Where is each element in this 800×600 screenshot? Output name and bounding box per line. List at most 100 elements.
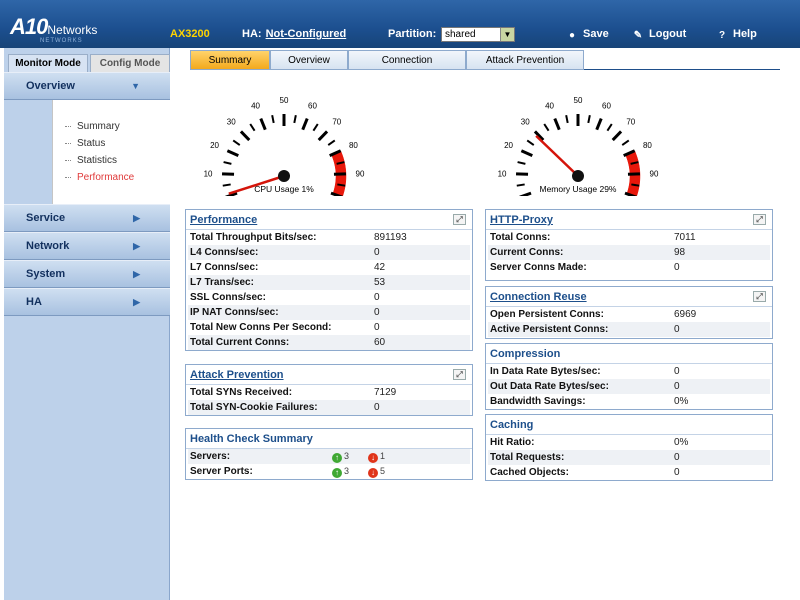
stat-value: 60 bbox=[374, 337, 386, 348]
servers-up[interactable]: ↑ 3 bbox=[332, 449, 349, 464]
gauge-hub bbox=[278, 170, 290, 182]
stat-label: Total Requests: bbox=[490, 452, 565, 463]
stat-value: 0 bbox=[374, 402, 380, 413]
stat-value: 0 bbox=[674, 262, 680, 273]
expand-icon[interactable]: ⤢ bbox=[753, 291, 766, 302]
gauge-tick-label: 60 bbox=[308, 102, 317, 111]
stat-row: Total SYNs Received: 7129 bbox=[188, 385, 470, 400]
performance-title-link[interactable]: Performance bbox=[190, 214, 257, 226]
gauge-tick-label: 10 bbox=[204, 169, 213, 178]
http-proxy-rows: Total Conns: 7011 Current Conns: 98 Server C… bbox=[486, 230, 772, 275]
sidebar-item-overview[interactable]: Overview ▼ bbox=[4, 72, 170, 100]
gauge-tick bbox=[239, 130, 251, 142]
logout-button[interactable]: ✎ Logout bbox=[632, 28, 686, 41]
device-model: AX3200 bbox=[170, 28, 210, 40]
performance-panel: Performance ⤢ Total Throughput Bits/sec:… bbox=[185, 209, 473, 351]
server-ports-up[interactable]: ↑ 3 bbox=[332, 464, 349, 479]
connection-reuse-title-link[interactable]: Connection Reuse bbox=[490, 291, 587, 303]
stat-label: In Data Rate Bytes/sec: bbox=[490, 366, 601, 377]
stat-label: Total SYN-Cookie Failures: bbox=[190, 402, 318, 413]
gauge-tick bbox=[516, 183, 525, 187]
submenu-summary[interactable]: Summary bbox=[53, 118, 170, 135]
gauge-tick-label: 40 bbox=[545, 102, 554, 111]
submenu-statistics[interactable]: Statistics bbox=[53, 152, 170, 169]
gauge-tick bbox=[611, 130, 623, 142]
http-proxy-panel: HTTP-Proxy ⤢ Total Conns: 7011 Current Con… bbox=[485, 209, 773, 281]
memory-gauge-svg: 0102030405060708090100Memory Usage 29% bbox=[498, 96, 659, 196]
stat-value: 0 bbox=[374, 247, 380, 258]
tab-summary[interactable]: Summary bbox=[190, 50, 270, 70]
stat-row: Total New Conns Per Second: 0 bbox=[188, 320, 470, 335]
submenu-performance[interactable]: Performance bbox=[53, 169, 170, 186]
stat-value: 0 bbox=[374, 307, 380, 318]
stat-row: IP NAT Conns/sec: 0 bbox=[188, 305, 470, 320]
sidebar-item-service[interactable]: Service ▶ bbox=[4, 204, 170, 232]
gauge-tick-label: 90 bbox=[650, 169, 659, 178]
disk-icon: ● bbox=[568, 30, 576, 41]
submenu-status[interactable]: Status bbox=[53, 135, 170, 152]
gauge-tick bbox=[543, 123, 550, 132]
gauge-tick bbox=[222, 183, 231, 187]
stat-label: Out Data Rate Bytes/sec: bbox=[490, 381, 609, 392]
chevron-right-icon: ▶ bbox=[133, 269, 140, 279]
stat-label: Total Conns: bbox=[490, 232, 551, 243]
gauge-tick bbox=[595, 117, 603, 131]
attack-prevention-title-link[interactable]: Attack Prevention bbox=[190, 369, 284, 381]
overview-submenu: Summary Status Statistics Performance bbox=[52, 100, 170, 204]
stat-row: Total Requests: 0 bbox=[488, 450, 770, 465]
health-check-panel: Health Check Summary Servers: ↑ 3 ↓ 1 Serv… bbox=[185, 428, 473, 480]
gauge-tick-label: 30 bbox=[521, 117, 530, 126]
stat-row: Hit Ratio: 0% bbox=[488, 435, 770, 450]
help-button[interactable]: ? Help bbox=[716, 28, 757, 41]
connection-reuse-rows: Open Persistent Conns: 6969 Active Persist… bbox=[486, 307, 772, 337]
gauge-tick-label: 70 bbox=[332, 117, 341, 126]
stat-label: Cached Objects: bbox=[490, 467, 569, 478]
a10-logo: A10Networks NETWORKS bbox=[10, 14, 98, 44]
gauge-tick bbox=[587, 114, 591, 124]
servers-down[interactable]: ↓ 1 bbox=[368, 449, 385, 464]
gauge-needle bbox=[535, 134, 579, 177]
sidebar-item-ha[interactable]: HA ▶ bbox=[4, 288, 170, 316]
gauge-tick-label: 40 bbox=[251, 102, 260, 111]
tab-overview[interactable]: Overview bbox=[270, 50, 348, 70]
tab-attack-prevention[interactable]: Attack Prevention bbox=[466, 50, 584, 70]
up-arrow-icon: ↑ bbox=[332, 468, 342, 478]
sidebar-item-network[interactable]: Network ▶ bbox=[4, 232, 170, 260]
gauge-caption: CPU Usage 1% bbox=[254, 184, 314, 194]
tab-connection[interactable]: Connection bbox=[348, 50, 466, 70]
stat-row: Total Current Conns: 60 bbox=[188, 335, 470, 350]
health-check-title: Health Check Summary bbox=[190, 433, 313, 445]
stat-row: Total Conns: 7011 bbox=[488, 230, 770, 245]
expand-icon[interactable]: ⤢ bbox=[453, 369, 466, 380]
config-mode-tab[interactable]: Config Mode bbox=[90, 54, 170, 72]
ha-status-link[interactable]: Not-Configured bbox=[266, 28, 347, 40]
stat-label: SSL Conns/sec: bbox=[190, 292, 266, 303]
stat-value: 0 bbox=[674, 452, 680, 463]
partition-select[interactable]: shared ▼ bbox=[441, 27, 515, 42]
stat-row: Active Persistent Conns: 0 bbox=[488, 322, 770, 337]
sidebar-item-system[interactable]: System ▶ bbox=[4, 260, 170, 288]
server-ports-down[interactable]: ↓ 5 bbox=[368, 464, 385, 479]
monitor-mode-tab[interactable]: Monitor Mode bbox=[8, 54, 88, 72]
sidebar: Monitor Mode Config Mode Overview ▼ Summa… bbox=[4, 48, 170, 600]
gauge-tick bbox=[301, 117, 309, 131]
caching-panel: Caching Hit Ratio: 0% Total Requests: 0 Cach… bbox=[485, 414, 773, 481]
stat-label: L4 Conns/sec: bbox=[190, 247, 259, 258]
expand-icon[interactable]: ⤢ bbox=[453, 214, 466, 225]
gauge-tick bbox=[327, 139, 336, 146]
compression-title: Compression bbox=[490, 348, 561, 360]
save-button[interactable]: ● Save bbox=[566, 28, 609, 41]
stat-value: 0 bbox=[374, 292, 380, 303]
chevron-right-icon: ▶ bbox=[133, 213, 140, 223]
ha-status: HA: Not-Configured bbox=[242, 28, 347, 40]
http-proxy-title-link[interactable]: HTTP-Proxy bbox=[490, 214, 553, 226]
gauge-tick bbox=[317, 130, 329, 142]
down-arrow-icon: ↓ bbox=[368, 453, 378, 463]
gauge-tick-label: 70 bbox=[626, 117, 635, 126]
gauge-tick bbox=[271, 114, 275, 124]
stat-row: In Data Rate Bytes/sec: 0 bbox=[488, 364, 770, 379]
stat-value: 7011 bbox=[674, 232, 696, 243]
stat-label: Total Current Conns: bbox=[190, 337, 290, 348]
expand-icon[interactable]: ⤢ bbox=[753, 214, 766, 225]
memory-usage-gauge: 0102030405060708090100Memory Usage 29% bbox=[490, 84, 680, 196]
